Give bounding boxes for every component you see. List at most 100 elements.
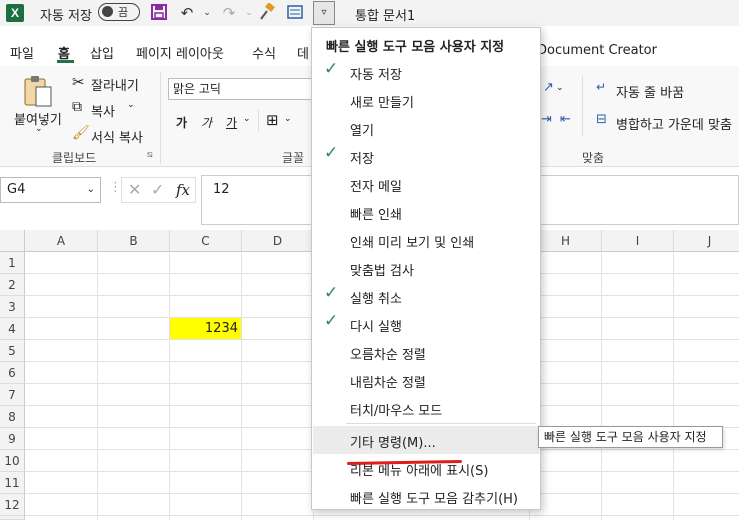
gridline (97, 252, 98, 520)
cell-c4[interactable]: 1234 (170, 318, 241, 339)
customize-dropdown-icon[interactable]: ▿ (313, 1, 335, 25)
font-name-input[interactable]: 맑은 고딕 (168, 78, 318, 100)
cut-button[interactable]: 잘라내기 (91, 75, 139, 94)
menu-item-label: 자동 저장 (350, 68, 402, 83)
bold-button[interactable]: 가 (176, 114, 187, 131)
format-painter-icon[interactable] (256, 2, 278, 23)
italic-button[interactable]: 가 (201, 114, 212, 131)
orientation-dropdown-icon[interactable]: ⌄ (556, 83, 564, 93)
name-box[interactable]: G4 ⌄ (0, 177, 101, 203)
merge-center-button[interactable]: 병합하고 가운데 맞춤 (616, 114, 732, 133)
gridline (241, 252, 242, 520)
row-header[interactable]: 8 (0, 406, 25, 428)
menu-item-email[interactable]: 전자 메일 (313, 170, 539, 198)
cut-icon[interactable]: ✂ (72, 73, 85, 91)
dialog-launcher-icon[interactable]: ⧅ (147, 150, 153, 160)
row-header[interactable]: 11 (0, 472, 25, 494)
customize-quick-access-menu: 빠른 실행 도구 모음 사용자 지정 ✓ 자동 저장 새로 만들기 열기 ✓ 저… (311, 27, 541, 510)
tab-data[interactable]: 데 (297, 43, 309, 62)
autosave-toggle[interactable]: 끔 (98, 3, 140, 21)
menu-item-label: 오름차순 정렬 (350, 348, 426, 363)
menu-item-label: 기타 명령(M)... (350, 436, 436, 451)
column-header[interactable]: A (25, 230, 98, 252)
column-header[interactable]: B (98, 230, 170, 252)
row-header[interactable]: 2 (0, 274, 25, 296)
paste-icon[interactable] (22, 74, 54, 112)
copy-button[interactable]: 복사 (91, 101, 115, 120)
undo-icon[interactable]: ↶ (176, 3, 198, 23)
menu-item-quick-print[interactable]: 빠른 인쇄 (313, 198, 539, 226)
row-header[interactable]: 5 (0, 340, 25, 362)
row-header[interactable]: 1 (0, 252, 25, 274)
form-icon[interactable] (284, 3, 306, 23)
underline-dropdown-icon[interactable]: ⌄ (243, 114, 251, 124)
select-all-corner[interactable] (0, 230, 25, 252)
row-header[interactable]: 6 (0, 362, 25, 384)
tooltip: 빠른 실행 도구 모음 사용자 지정 (538, 426, 723, 448)
menu-item-sort-ascending[interactable]: 오름차순 정렬 (313, 338, 539, 366)
format-painter-button[interactable]: 서식 복사 (91, 127, 143, 146)
column-header[interactable]: C (170, 230, 242, 252)
enter-icon[interactable]: ✓ (151, 180, 164, 199)
save-icon[interactable] (148, 3, 170, 23)
divider (160, 72, 161, 164)
menu-item-save[interactable]: ✓ 저장 (313, 142, 539, 170)
tab-formulas[interactable]: 수식 (252, 43, 276, 62)
menu-item-label: 맞춤법 검사 (350, 264, 414, 279)
toggle-knob (102, 6, 113, 17)
name-box-value: G4 (7, 182, 26, 197)
column-header[interactable]: J (674, 230, 739, 252)
undo-dropdown-icon[interactable]: ⌄ (196, 3, 218, 23)
column-header[interactable]: D (242, 230, 314, 252)
menu-item-print-preview[interactable]: 인쇄 미리 보기 및 인쇄 (313, 226, 539, 254)
merge-center-icon[interactable]: ⊟ (596, 112, 607, 127)
gridline (601, 252, 602, 520)
border-dropdown-icon[interactable]: ⌄ (284, 114, 292, 124)
menu-item-new[interactable]: 새로 만들기 (313, 86, 539, 114)
font-group-label: 글꼴 (282, 151, 305, 165)
border-icon[interactable]: ⊞ (266, 111, 279, 129)
row-header[interactable]: 12 (0, 494, 25, 516)
menu-item-label: 열기 (350, 124, 374, 139)
menu-item-touch-mouse-mode[interactable]: 터치/마우스 모드 (313, 394, 539, 422)
row-header[interactable]: 4 (0, 318, 25, 340)
wrap-text-icon[interactable]: ↵ (596, 80, 606, 94)
gridline (673, 252, 674, 520)
menu-item-undo[interactable]: ✓ 실행 취소 (313, 282, 539, 310)
cancel-icon[interactable]: ✕ (128, 180, 141, 199)
menu-item-autosave[interactable]: ✓ 자동 저장 (313, 58, 539, 86)
row-header[interactable]: 9 (0, 428, 25, 450)
menu-item-sort-descending[interactable]: 내림차순 정렬 (313, 366, 539, 394)
check-icon: ✓ (324, 311, 339, 331)
row-header[interactable]: 7 (0, 384, 25, 406)
chevron-down-icon[interactable]: ⌄ (87, 178, 95, 202)
menu-item-open[interactable]: 열기 (313, 114, 539, 142)
orientation-icon[interactable]: ↗ (543, 80, 554, 95)
menu-item-label: 빠른 인쇄 (350, 208, 402, 223)
redo-icon[interactable]: ↷ (218, 3, 240, 23)
copy-icon[interactable]: ⧉ (72, 99, 82, 115)
paste-dropdown-icon[interactable]: ⌄ (35, 124, 43, 134)
increase-indent-icon[interactable]: ⇥ (541, 112, 552, 127)
tab-insert[interactable]: 삽입 (90, 43, 114, 62)
insert-function-icon[interactable]: fx (176, 181, 190, 199)
tab-page-layout[interactable]: 페이지 레이아웃 (136, 43, 224, 62)
tab-document-creator[interactable]: Document Creator (537, 43, 657, 58)
menu-item-show-below-ribbon[interactable]: 리본 메뉴 아래에 표시(S) (313, 454, 539, 482)
column-header[interactable]: I (602, 230, 674, 252)
decrease-indent-icon[interactable]: ⇤ (560, 112, 571, 127)
menu-title: 빠른 실행 도구 모음 사용자 지정 (326, 40, 505, 55)
menu-item-spelling[interactable]: 맞춤법 검사 (313, 254, 539, 282)
row-header[interactable]: 3 (0, 296, 25, 318)
copy-dropdown-icon[interactable]: ⌄ (127, 100, 135, 110)
tab-file[interactable]: 파일 (10, 43, 34, 62)
wrap-text-button[interactable]: 자동 줄 바꿈 (616, 82, 684, 101)
format-painter-icon[interactable]: 🖌 (72, 125, 90, 141)
menu-item-hide-toolbar[interactable]: 빠른 실행 도구 모음 감추기(H) (313, 482, 539, 510)
underline-button[interactable]: 가 (226, 114, 237, 131)
menu-item-redo[interactable]: ✓ 다시 실행 (313, 310, 539, 338)
row-header[interactable]: 10 (0, 450, 25, 472)
menu-item-label: 내림차순 정렬 (350, 376, 426, 391)
row-header[interactable] (0, 516, 25, 520)
menu-item-more-commands[interactable]: 기타 명령(M)... (313, 426, 539, 454)
